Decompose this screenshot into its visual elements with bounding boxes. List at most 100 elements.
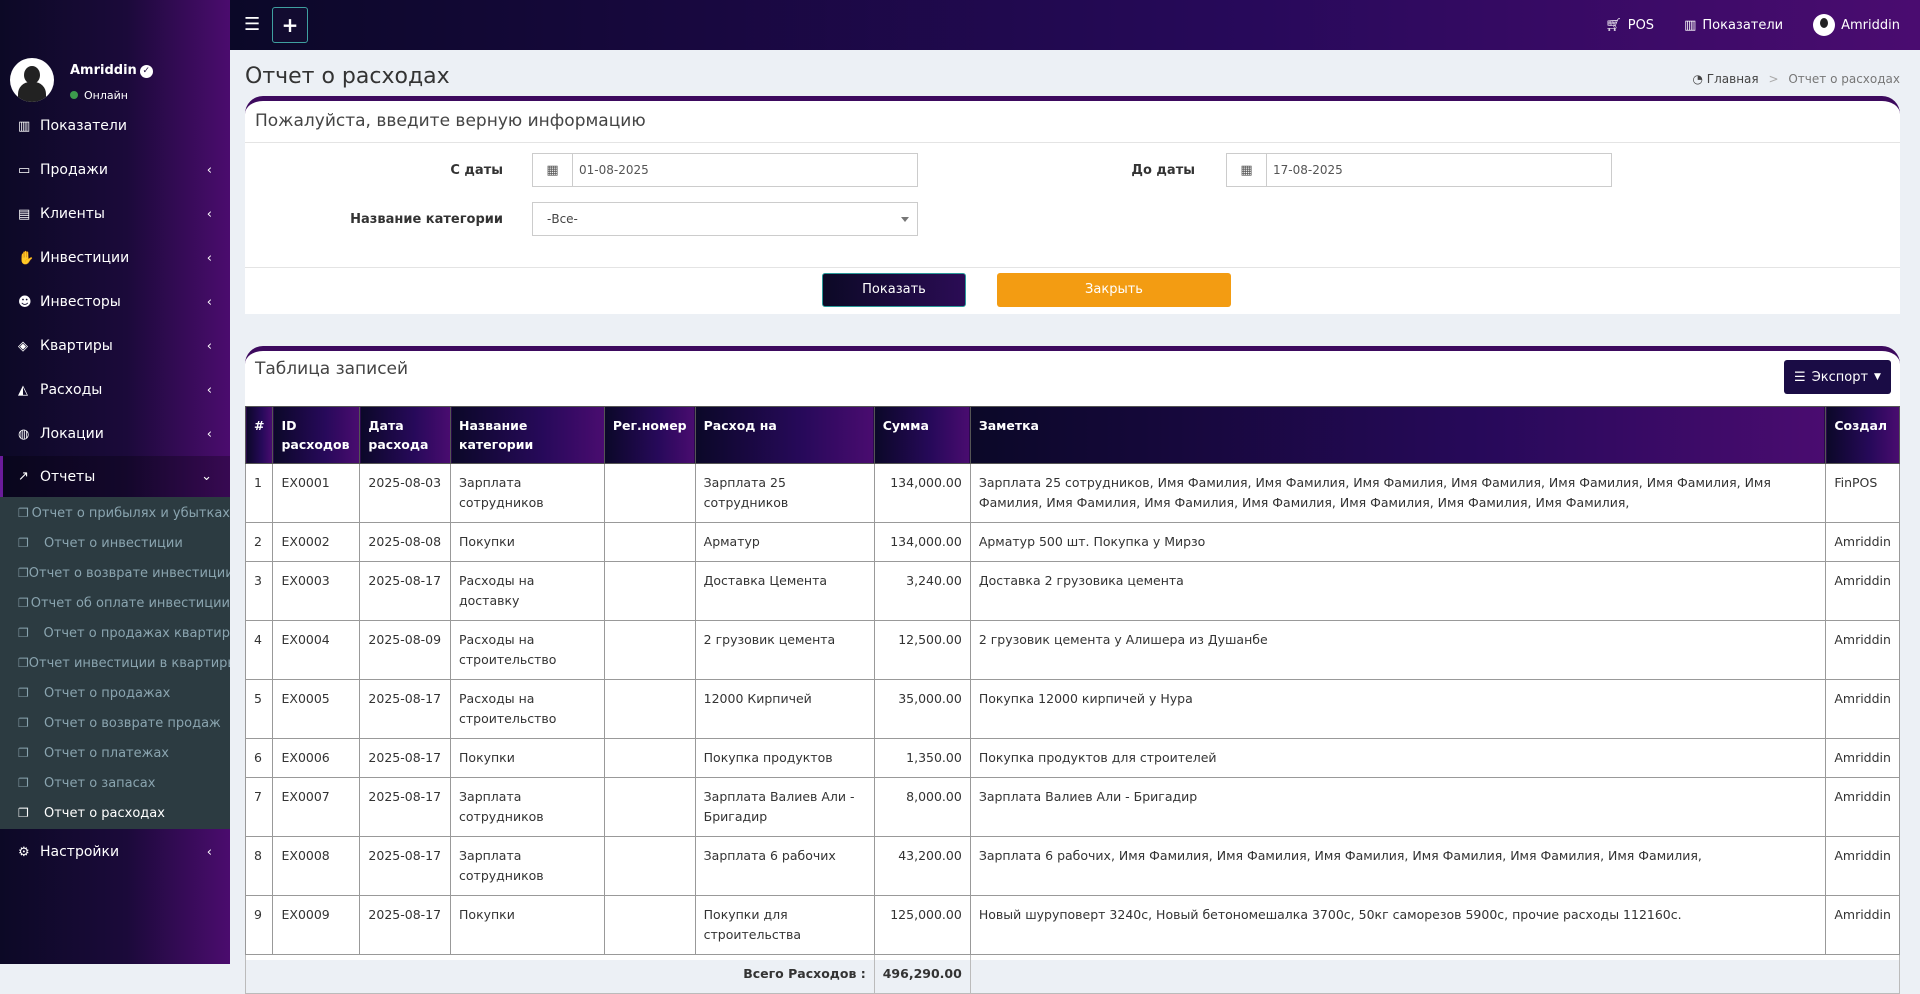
bar-chart-icon: ▥ — [18, 118, 31, 134]
table-cell: Арматур — [694, 522, 875, 562]
reports-submenu: ❐ Отчет о прибылях и убытках ❐ Отчет о инв… — [0, 497, 230, 829]
dashboard-link[interactable]: ▥ Показатели — [1684, 18, 1783, 33]
table-cell — [603, 679, 696, 739]
table-cell: EX0003 — [272, 561, 361, 621]
column-header[interactable]: Рег.номер — [603, 406, 696, 464]
submenu-item-expenses[interactable]: ❐ Отчет о расходах — [0, 798, 230, 828]
sidebar-item-apartments[interactable]: ◈ Квартиры ‹ — [0, 324, 230, 368]
sidebar-item-reports[interactable]: ↗ Отчеты ⌄ — [0, 456, 230, 497]
submenu-item-sales-return[interactable]: ❐ Отчет о возврате продаж — [0, 708, 230, 738]
column-header[interactable]: # — [244, 406, 274, 464]
add-button[interactable]: + — [272, 7, 308, 43]
close-button[interactable]: Закрыть — [997, 273, 1231, 307]
table-cell: Amriddin — [1825, 895, 1900, 955]
submenu-item-investment-payment[interactable]: ❐ Отчет об оплате инвестиции — [0, 588, 230, 618]
filter-box: Пожалуйста, введите верную информацию С … — [245, 96, 1900, 314]
table-cell: 5 — [244, 679, 274, 739]
submenu-item-stock[interactable]: ❐ Отчет о запасах — [0, 768, 230, 798]
submenu-item-investment[interactable]: ❐ Отчет о инвестиции — [0, 528, 230, 558]
submenu-item-sales[interactable]: ❐ Отчет о продажах — [0, 678, 230, 708]
user-panel: Amriddin ✓ Онлайн — [0, 0, 230, 120]
export-button[interactable]: ☰ Экспорт ▼ — [1784, 360, 1891, 394]
sidebar-item-settings[interactable]: ⚙ Настройки ‹ — [0, 830, 230, 874]
user-menu[interactable]: Amriddin — [1813, 14, 1900, 36]
table-cell: EX0005 — [272, 679, 361, 739]
from-date-input[interactable] — [573, 154, 913, 186]
table-cell: Зарплата Валиев Али - Бригадир — [969, 777, 1827, 837]
submenu-item-profit-loss[interactable]: ❐ Отчет о прибылях и убытках — [0, 498, 230, 528]
table-cell: 2025-08-17 — [359, 836, 452, 896]
chevron-left-icon: ‹ — [206, 206, 212, 222]
submenu-item-payments[interactable]: ❐ Отчет о платежах — [0, 738, 230, 768]
table-header-row: # ID расходов Дата расхода Название кате… — [244, 406, 1900, 464]
topbar: ☰ + 🛒︎ POS ▥ Показатели Amriddin — [230, 0, 1920, 50]
to-date-field[interactable]: ▦ — [1226, 153, 1612, 187]
table-cell — [603, 463, 696, 523]
table-cell: FinPOS — [1825, 463, 1900, 523]
column-header[interactable]: ID расходов — [272, 406, 361, 464]
table-row: 4 EX0004 2025-08-09 Расходы на строительств… — [244, 620, 1900, 680]
table-cell: Расходы на доставку — [450, 561, 605, 621]
table-cell — [603, 522, 696, 562]
table-cell: 1 — [244, 463, 274, 523]
to-date-input[interactable] — [1267, 154, 1607, 186]
submenu-item-apartment-sales[interactable]: ❐ Отчет о продажах квартир — [0, 618, 230, 648]
menu-toggle-icon[interactable]: ☰ — [244, 14, 260, 35]
table-cell: 2025-08-09 — [359, 620, 452, 680]
column-header[interactable]: Создал — [1825, 406, 1900, 464]
table-cell: 8,000.00 — [873, 777, 971, 837]
caret-down-icon — [901, 217, 909, 222]
table-cell: Новый шуруповерт 3240с, Новый бетономеша… — [969, 895, 1827, 955]
table-cell: Amriddin — [1825, 522, 1900, 562]
chevron-left-icon: ‹ — [206, 338, 212, 354]
table-cell: 4 — [244, 620, 274, 680]
table-cell: 1,350.00 — [873, 738, 971, 778]
pos-link[interactable]: 🛒︎ POS — [1605, 18, 1654, 33]
table-cell: Amriddin — [1825, 679, 1900, 739]
chevron-left-icon: ‹ — [206, 294, 212, 310]
filter-box-title: Пожалуйста, введите верную информацию — [255, 111, 646, 131]
category-select[interactable]: -Все- — [532, 202, 918, 236]
submenu-item-apartment-investment[interactable]: ❐ Отчет инвестиции в квартиры — [0, 648, 230, 678]
table-cell: 2025-08-03 — [359, 463, 452, 523]
table-cell: Зарплата 25 сотрудников — [694, 463, 875, 523]
table-cell: 2 грузовик цемента — [694, 620, 875, 680]
sidebar-item-investors[interactable]: ☻ Инвесторы ‹ — [0, 280, 230, 324]
chevron-left-icon: ‹ — [206, 162, 212, 178]
table-cell: 134,000.00 — [873, 522, 971, 562]
table-cell: Зарплата 25 сотрудников, Имя Фамилия, Им… — [969, 463, 1827, 523]
from-date-label: С даты — [450, 163, 503, 178]
copy-icon: ❐ — [18, 686, 29, 700]
table-row: 1 EX0001 2025-08-03 Зарплата сотрудников Зар… — [244, 463, 1900, 523]
column-header[interactable]: Название категории — [450, 406, 605, 464]
from-date-field[interactable]: ▦ — [532, 153, 918, 187]
table-cell: Покупка 12000 кирпичей у Нура — [969, 679, 1827, 739]
submenu-item-investment-return[interactable]: ❐ Отчет о возврате инвестиции — [0, 558, 230, 588]
table-row: 2 EX0002 2025-08-08 Покупки Арматур 134,000.0… — [244, 522, 1900, 562]
table-cell: Расходы на строительство — [450, 679, 605, 739]
chevron-left-icon: ‹ — [206, 426, 212, 442]
sidebar-item-dashboard[interactable]: ▥ Показатели — [0, 104, 230, 148]
column-header[interactable]: Сумма — [873, 406, 971, 464]
sidebar-item-investments[interactable]: ✋ Инвестиции ‹ — [0, 236, 230, 280]
sidebar-item-clients[interactable]: ▤ Клиенты ‹ — [0, 192, 230, 236]
breadcrumb-current: Отчет о расходах — [1788, 72, 1900, 86]
table-cell: 8 — [244, 836, 274, 896]
sidebar-item-expenses[interactable]: ◭ Расходы ‹ — [0, 368, 230, 412]
show-button[interactable]: Показать — [822, 273, 966, 307]
column-header[interactable]: Заметка — [969, 406, 1827, 464]
chevron-left-icon: ‹ — [206, 250, 212, 266]
copy-icon: ❐ — [18, 716, 29, 730]
table-cell: 2025-08-17 — [359, 777, 452, 837]
table-cell: EX0002 — [272, 522, 361, 562]
column-header[interactable]: Расход на — [694, 406, 875, 464]
sidebar-item-sales[interactable]: ▭ Продажи ‹ — [0, 148, 230, 192]
chevron-down-icon: ⌄ — [201, 469, 212, 484]
caret-down-icon: ▼ — [1874, 372, 1881, 382]
table-cell: 3 — [244, 561, 274, 621]
sidebar-item-locations[interactable]: ◍ Локации ‹ — [0, 412, 230, 456]
column-header[interactable]: Дата расхода — [359, 406, 452, 464]
table-cell: 2 — [244, 522, 274, 562]
copy-icon: ❐ — [18, 746, 29, 760]
breadcrumb-home[interactable]: Главная — [1707, 72, 1759, 86]
